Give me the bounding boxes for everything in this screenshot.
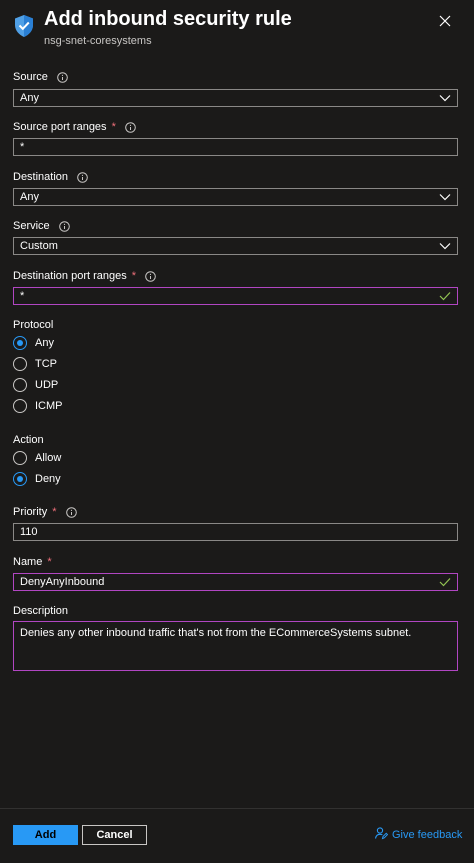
radio-selected[interactable] <box>13 472 27 486</box>
description-value: Denies any other inbound traffic that's … <box>20 627 412 639</box>
protocol-option-udp[interactable]: UDP <box>13 378 58 392</box>
checkmark-icon <box>439 291 451 301</box>
required-marker: * <box>52 506 57 518</box>
destination-port-ranges-value: * <box>20 290 25 302</box>
page-title: Add inbound security rule <box>44 8 292 30</box>
name-value: DenyAnyInbound <box>20 576 105 588</box>
close-button[interactable] <box>436 12 454 30</box>
destination-label: Destination <box>13 171 88 183</box>
service-label: Service <box>13 220 70 232</box>
cancel-button[interactable]: Cancel <box>82 825 147 845</box>
radio-selected[interactable] <box>13 336 27 350</box>
give-feedback-link[interactable]: Give feedback <box>374 826 462 843</box>
destination-port-ranges-label: Destination port ranges * <box>13 270 156 282</box>
destination-value: Any <box>20 191 39 203</box>
source-port-ranges-value: * <box>20 141 25 153</box>
radio-unselected[interactable] <box>13 378 27 392</box>
service-value: Custom <box>20 240 58 252</box>
radio-unselected[interactable] <box>13 357 27 371</box>
shield-icon <box>13 14 35 38</box>
priority-label: Priority * <box>13 506 77 518</box>
action-option-deny[interactable]: Deny <box>13 472 61 486</box>
close-icon <box>439 15 451 27</box>
source-value: Any <box>20 92 39 104</box>
source-port-ranges-input[interactable]: * <box>13 138 458 156</box>
info-icon[interactable] <box>145 270 156 282</box>
feedback-icon <box>374 826 389 843</box>
destination-dropdown[interactable]: Any <box>13 188 458 206</box>
required-marker: * <box>111 121 116 133</box>
info-icon[interactable] <box>58 220 70 232</box>
footer-divider <box>0 808 474 809</box>
info-icon[interactable] <box>57 71 68 83</box>
service-dropdown[interactable]: Custom <box>13 237 458 255</box>
page-subtitle: nsg-snet-coresystems <box>44 35 152 47</box>
chevron-down-icon <box>439 193 451 201</box>
priority-input[interactable]: 110 <box>13 523 458 541</box>
required-marker: * <box>47 556 52 568</box>
name-label: Name * <box>13 556 52 568</box>
chevron-down-icon <box>439 242 451 250</box>
description-label: Description <box>13 605 69 617</box>
description-textarea[interactable]: Denies any other inbound traffic that's … <box>13 621 458 671</box>
protocol-option-icmp[interactable]: ICMP <box>13 399 63 413</box>
info-icon[interactable] <box>77 171 88 183</box>
action-label: Action <box>13 434 44 446</box>
name-input[interactable]: DenyAnyInbound <box>13 573 458 591</box>
radio-unselected[interactable] <box>13 451 27 465</box>
radio-unselected[interactable] <box>13 399 27 413</box>
required-marker: * <box>131 270 137 282</box>
add-button[interactable]: Add <box>13 825 78 845</box>
source-port-ranges-label: Source port ranges * <box>13 121 136 133</box>
checkmark-icon <box>439 577 451 587</box>
action-option-allow[interactable]: Allow <box>13 451 61 465</box>
protocol-label: Protocol <box>13 319 54 331</box>
info-icon[interactable] <box>65 506 77 518</box>
info-icon[interactable] <box>125 121 136 133</box>
destination-port-ranges-input[interactable]: * <box>13 287 458 305</box>
protocol-option-any[interactable]: Any <box>13 336 54 350</box>
priority-value: 110 <box>20 526 38 538</box>
source-label: Source <box>13 71 68 83</box>
chevron-down-icon <box>439 94 451 102</box>
source-dropdown[interactable]: Any <box>13 89 458 107</box>
protocol-option-tcp[interactable]: TCP <box>13 357 57 371</box>
